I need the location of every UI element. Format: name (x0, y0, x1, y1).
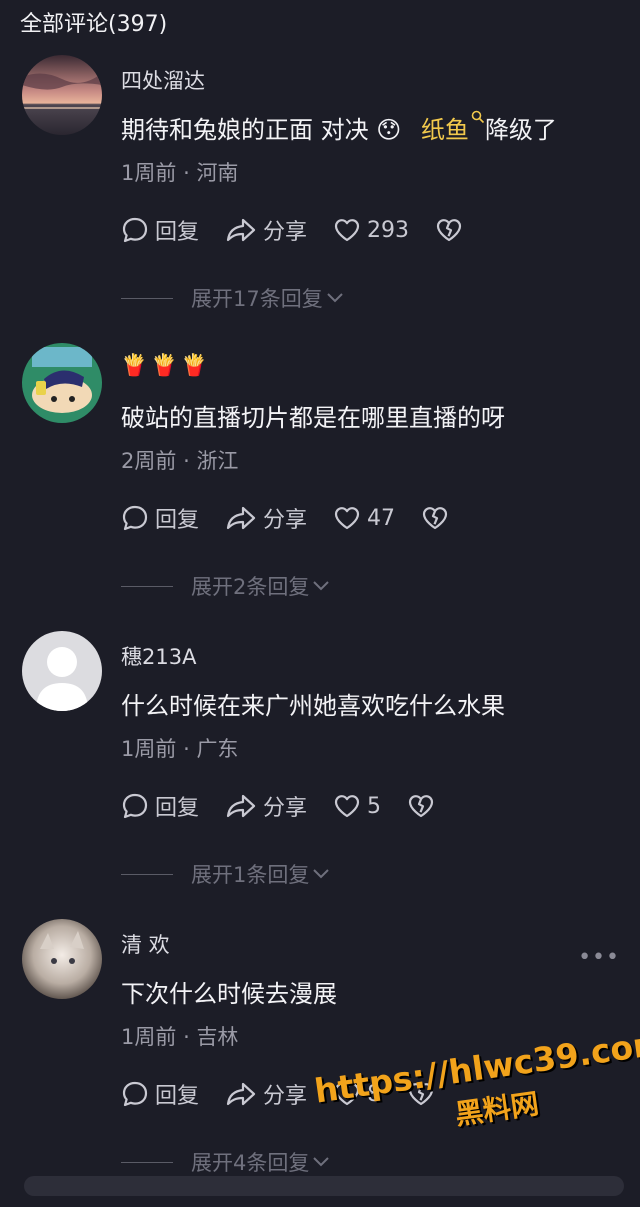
keyword-link[interactable]: 纸鱼 (420, 110, 485, 144)
divider-line (121, 1161, 173, 1163)
chevron-down-icon (313, 581, 330, 591)
like-count: 293 (367, 217, 410, 243)
comment-meta: 2周前 · 浙江 (121, 445, 238, 475)
surprised-emoji: 😯 (376, 116, 402, 144)
comment-region: 广东 (196, 737, 239, 761)
like-button[interactable]: 293 (333, 217, 409, 243)
username[interactable]: 四处溜达 (121, 65, 205, 95)
share-label: 分享 (263, 1084, 308, 1109)
reply-button[interactable]: 回复 (121, 1078, 199, 1110)
like-count: 5 (367, 793, 382, 819)
reply-button[interactable]: 回复 (121, 502, 199, 534)
comment-time: 1周前 (121, 737, 177, 761)
share-button[interactable]: 分享 (225, 502, 307, 534)
reply-label: 回复 (155, 1084, 200, 1109)
meta-separator: · (183, 1025, 190, 1049)
expand-replies-button[interactable]: 展开1条回复 (121, 859, 331, 889)
comment-time: 1周前 (121, 161, 177, 185)
meta-separator: · (183, 737, 190, 761)
comment-actions: 回复 分享 47 (121, 503, 481, 533)
dislike-button[interactable] (421, 505, 455, 531)
comment-text: 下次什么时候去漫展 (121, 980, 337, 1008)
divider-line (121, 873, 173, 875)
expand-replies-label: 展开2条回复 (191, 575, 310, 599)
comment-input-bar[interactable] (24, 1176, 624, 1196)
reply-button[interactable]: 回复 (121, 214, 199, 246)
comment-text-part: 期待和兔娘的正面 对决 (121, 116, 377, 144)
comment-region: 河南 (196, 161, 239, 185)
avatar[interactable] (22, 631, 102, 711)
heart-icon (334, 219, 360, 242)
comment-time: 2周前 (121, 449, 177, 473)
comment-meta: 1周前 · 吉林 (121, 1021, 238, 1051)
keyword-text: 纸鱼 (420, 116, 469, 144)
share-label: 分享 (263, 220, 308, 245)
expand-replies-label: 展开4条回复 (191, 1151, 310, 1175)
comment-item: 🍟🍟🍟 破站的直播切片都是在哪里直播的呀 2周前 · 浙江 回复 分享 47 展… (0, 343, 640, 631)
comment-time: 1周前 (121, 1025, 177, 1049)
comments-count-title: 全部评论(397) (20, 12, 168, 37)
comment-meta: 1周前 · 广东 (121, 733, 238, 763)
broken-heart-icon (422, 507, 448, 530)
comment-region: 浙江 (196, 449, 239, 473)
comment-region: 吉林 (196, 1025, 239, 1049)
username[interactable]: 清 欢 (121, 929, 170, 959)
meta-separator: · (183, 161, 190, 185)
share-arrow-icon (226, 506, 256, 530)
comment-item: 四处溜达 期待和兔娘的正面 对决 😯 纸鱼 降级了 1周前 · 河南 回复 分享 … (0, 55, 640, 343)
meta-separator: · (183, 449, 190, 473)
reply-label: 回复 (155, 220, 200, 245)
broken-heart-icon (408, 795, 434, 818)
heart-icon (334, 795, 360, 818)
reply-button[interactable]: 回复 (121, 790, 199, 822)
broken-heart-icon (436, 219, 462, 242)
divider-line (121, 297, 173, 299)
avatar[interactable] (22, 919, 102, 999)
share-button[interactable]: 分享 (225, 790, 307, 822)
comment-meta: 1周前 · 河南 (121, 157, 238, 187)
comment-text: 什么时候在来广州她喜欢吃什么水果 (121, 692, 505, 720)
more-options-icon[interactable]: ••• (578, 945, 620, 970)
comment-actions: 回复 分享 5 (121, 791, 467, 821)
share-label: 分享 (263, 796, 308, 821)
speech-bubble-icon (122, 1081, 148, 1107)
dislike-button[interactable] (407, 793, 441, 819)
share-button[interactable]: 分享 (225, 1078, 307, 1110)
comment-item: 穗213A 什么时候在来广州她喜欢吃什么水果 1周前 · 广东 回复 分享 5 … (0, 631, 640, 919)
comment-actions: 回复 分享 293 (121, 215, 495, 245)
like-button[interactable]: 47 (333, 505, 395, 531)
search-icon (471, 110, 485, 124)
speech-bubble-icon (122, 505, 148, 531)
dislike-button[interactable] (435, 217, 469, 243)
like-count: 47 (367, 505, 396, 531)
chevron-down-icon (327, 293, 343, 303)
expand-replies-button[interactable]: 展开2条回复 (121, 571, 331, 601)
divider-line (121, 585, 173, 587)
share-arrow-icon (226, 794, 256, 818)
username[interactable]: 🍟🍟🍟 (121, 353, 211, 378)
share-arrow-icon (226, 1082, 256, 1106)
comment-text: 破站的直播切片都是在哪里直播的呀 (121, 404, 505, 432)
username[interactable]: 穗213A (121, 641, 196, 671)
chevron-down-icon (313, 869, 330, 879)
speech-bubble-icon (122, 793, 148, 819)
avatar[interactable] (22, 55, 102, 135)
share-label: 分享 (263, 508, 308, 533)
chevron-down-icon (313, 1157, 330, 1167)
reply-label: 回复 (155, 796, 200, 821)
avatar[interactable] (22, 343, 102, 423)
comment-text-part: 降级了 (484, 116, 557, 144)
reply-label: 回复 (155, 508, 200, 533)
share-button[interactable]: 分享 (225, 214, 307, 246)
expand-replies-button[interactable]: 展开17条回复 (121, 283, 345, 313)
like-button[interactable]: 5 (333, 793, 381, 819)
expand-replies-button[interactable]: 展开4条回复 (121, 1147, 331, 1177)
expand-replies-label: 展开1条回复 (191, 863, 310, 887)
comment-text: 期待和兔娘的正面 对决 😯 纸鱼 降级了 (121, 110, 557, 145)
heart-icon (334, 507, 360, 530)
share-arrow-icon (226, 218, 256, 242)
speech-bubble-icon (122, 217, 148, 243)
expand-replies-label: 展开17条回复 (191, 287, 323, 311)
